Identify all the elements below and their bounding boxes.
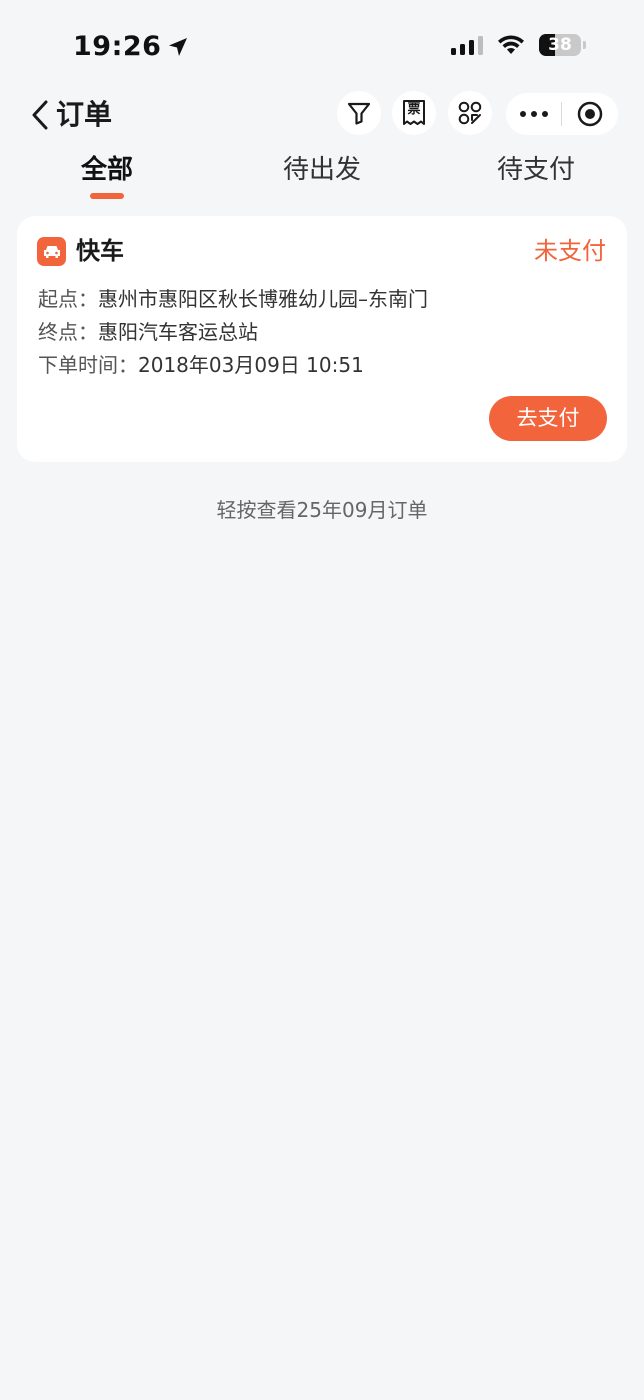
more-button[interactable]	[506, 93, 561, 135]
battery-icon: 38	[539, 34, 581, 56]
tab-pending-departure[interactable]: 待出发	[272, 150, 372, 190]
back-button[interactable]	[26, 98, 54, 132]
wifi-icon	[497, 34, 525, 56]
location-arrow-icon	[167, 36, 189, 58]
payment-status-badge: 未支付	[534, 237, 606, 265]
scan-button[interactable]	[448, 91, 492, 135]
filter-icon	[346, 100, 372, 126]
status-time: 19:26	[73, 30, 189, 64]
origin-row: 起点：惠州市惠阳区秋长博雅幼儿园–东南门	[38, 284, 428, 314]
service-name: 快车	[76, 237, 124, 265]
tab-all[interactable]: 全部	[67, 150, 147, 190]
miniapp-capsule	[506, 93, 618, 135]
pay-button[interactable]: 去支付	[489, 396, 607, 441]
page-title: 订单	[56, 98, 113, 131]
destination-row: 终点：惠阳汽车客运总站	[38, 317, 258, 347]
origin-value: 惠州市惠阳区秋长博雅幼儿园–东南门	[98, 287, 428, 311]
order-time-row: 下单时间：2018年03月09日 10:51	[38, 350, 364, 380]
invoice-icon: 票	[401, 99, 427, 127]
order-time-label: 下单时间：	[38, 353, 138, 377]
destination-value: 惠阳汽车客运总站	[98, 320, 258, 344]
clock-text: 19:26	[73, 31, 162, 62]
car-icon	[37, 237, 66, 266]
battery-indicator: 38	[539, 34, 586, 56]
invoice-glyph: 票	[407, 102, 421, 117]
close-button[interactable]	[562, 93, 617, 135]
back-icon	[30, 99, 50, 131]
status-bar: 19:26 38	[0, 0, 644, 90]
view-earlier-orders-link[interactable]: 轻按查看25年09月订单	[0, 494, 644, 526]
origin-label: 起点：	[38, 287, 98, 311]
order-time-value: 2018年03月09日 10:51	[138, 353, 364, 377]
battery-cap	[583, 41, 586, 49]
scan-icon	[457, 100, 483, 126]
tab-pending-payment[interactable]: 待支付	[486, 150, 586, 190]
more-icon	[519, 110, 549, 118]
battery-percent: 38	[548, 35, 572, 55]
order-card[interactable]: 快车 未支付 起点：惠州市惠阳区秋长博雅幼儿园–东南门 终点：惠阳汽车客运总站 …	[17, 216, 627, 462]
status-indicators: 38	[451, 34, 586, 56]
nav-bar: 订单 票	[0, 88, 644, 142]
active-tab-indicator	[90, 193, 124, 199]
close-icon	[576, 100, 604, 128]
invoice-button[interactable]: 票	[392, 91, 436, 135]
filter-button[interactable]	[337, 91, 381, 135]
cellular-signal-icon	[451, 35, 483, 55]
destination-label: 终点：	[38, 320, 98, 344]
